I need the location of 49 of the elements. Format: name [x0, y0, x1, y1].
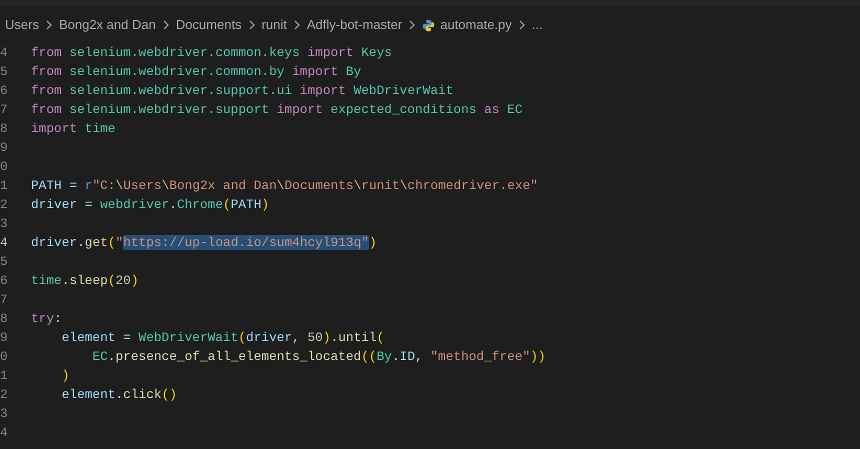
line-number: 5 [0, 62, 9, 81]
code-line: EC.presence_of_all_elements_located((By.ID, "method_free")) [91, 348, 546, 366]
breadcrumb-more[interactable]: ... [532, 15, 543, 35]
code-line: driver = webdriver.Chrome(PATH) [31, 196, 270, 214]
breadcrumb-item[interactable]: Bong2x and Dan [58, 15, 156, 35]
code-line: time.sleep(20) [31, 272, 139, 290]
line-number: 3 [0, 214, 9, 233]
chevron-right-icon [248, 20, 256, 30]
line-number: 6 [0, 272, 9, 290]
line-number: 4 [0, 424, 9, 442]
line-number: 3 [0, 404, 9, 423]
code-line: from selenium.webdriver.common.keys import Keys [31, 44, 392, 62]
chevron-right-icon [44, 20, 53, 30]
python-file-icon [422, 18, 436, 32]
code-line: import time [31, 120, 116, 138]
line-number: 1 [0, 176, 9, 195]
breadcrumb-item[interactable]: Users [5, 15, 39, 35]
line-number: 8 [0, 310, 9, 328]
chevron-right-icon [162, 20, 170, 30]
code-line: element = WebDriverWait(driver, 50).until( [60, 328, 384, 347]
line-number: 2 [0, 386, 9, 404]
code-line: from selenium.webdriver.common.by import By [31, 62, 362, 81]
breadcrumb-item[interactable]: Documents [176, 15, 242, 35]
breadcrumb-item[interactable]: automate.py [440, 15, 512, 35]
chevron-right-icon [518, 20, 526, 30]
line-number: 2 [0, 196, 9, 214]
code-line: PATH = r"C:\Users\Bong2x and Dan\Documents\runit\chromedriver.exe" [31, 176, 538, 195]
line-number: 4 [0, 234, 9, 252]
code-line: from selenium.webdriver.support import expected_conditions as EC [31, 100, 523, 119]
line-number: 1 [0, 366, 9, 385]
chevron-right-icon [408, 20, 416, 30]
code-line: try: [31, 310, 62, 328]
line-number: 0 [0, 348, 9, 366]
line-number: 4 [0, 44, 9, 62]
line-number: 7 [0, 290, 9, 309]
code-line: from selenium.webdriver.support.ui import WebDriverWait [31, 82, 454, 100]
line-number: 6 [0, 82, 9, 100]
chevron-right-icon [292, 20, 301, 30]
line-number: 9 [0, 328, 9, 347]
line-number: 9 [0, 138, 9, 157]
line-number: 8 [0, 120, 9, 138]
code-line: driver.get("https://up-load.io/sum4hcyl913q") [31, 234, 377, 252]
line-number: 7 [0, 100, 9, 119]
line-number: 5 [0, 252, 9, 271]
breadcrumb-item[interactable]: Adfly-bot-master [306, 15, 402, 35]
code-line: ) [60, 366, 70, 385]
code-line: element.click() [60, 386, 177, 404]
breadcrumb-item[interactable]: runit [262, 15, 287, 35]
line-number: 0 [0, 158, 9, 176]
